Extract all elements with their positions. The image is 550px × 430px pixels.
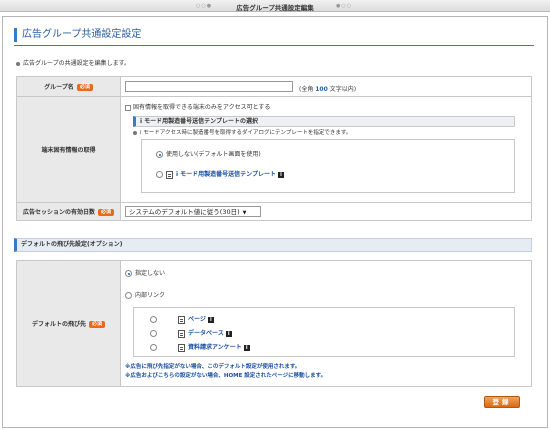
title-divider <box>14 45 534 46</box>
radio-icon[interactable] <box>150 316 157 323</box>
option-label: 内部リンク <box>135 292 166 299</box>
terminal-only-checkbox[interactable] <box>125 104 131 111</box>
internal-link-box: ページ i データベース i 資料請求アンケート i <box>133 307 515 357</box>
template-description: i モードアクセス時に製造番号を取得するダイアログにテンプレートを指定できます。 <box>133 128 351 136</box>
description-text: 広告グループの共通設定を編集します。 <box>23 60 131 67</box>
bullet-icon <box>133 130 137 135</box>
terminal-checkbox-row[interactable]: 固有情報を取得できる端末のみをアクセス可とする <box>125 102 270 111</box>
radio-icon[interactable] <box>150 344 157 351</box>
template-options-box: 使用しない(デフォルト画面を使用) i モード用製造番号送信テンプレート i <box>141 139 515 193</box>
session-label: 広告セッションの有効日数 <box>22 209 95 216</box>
template-section-header: i モード用製造番号送信テンプレートの選択 <box>133 116 515 127</box>
chevron-down-icon: ▼ <box>242 210 247 216</box>
template-option-none[interactable]: 使用しない(デフォルト画面を使用) <box>156 149 261 158</box>
radio-icon[interactable] <box>156 171 163 178</box>
info-icon[interactable]: i <box>207 316 214 323</box>
settings-form: グループ名 必須 (全角 100 文字以内) 端末固有情報の取得 固有情報を取得で… <box>16 76 532 221</box>
dest-option-none[interactable]: 指定しない <box>125 268 165 277</box>
group-name-input[interactable] <box>125 81 293 92</box>
radio-selected-icon[interactable] <box>125 270 132 277</box>
default-destination-form: デフォルトの飛び先 必須 指定しない 内部リンク ページ i データベース i 資料請… <box>16 260 532 387</box>
window-titlebar: ○○● 広告グループ共通設定編集 ●○○ <box>0 0 550 12</box>
terminal-checkbox-label: 固有情報を取得できる端末のみをアクセス可とする <box>133 104 271 111</box>
document-icon <box>178 343 185 352</box>
option-label: 使用しない(デフォルト画面を使用) <box>166 151 261 158</box>
group-name-label: グループ名 <box>44 84 74 91</box>
default-dest-note-1: ※広告に飛び先指定がない場合、このデフォルト設定が使用されます。 <box>125 364 301 370</box>
link-option-database[interactable]: データベース i <box>150 328 232 338</box>
template-option-custom[interactable]: i モード用製造番号送信テンプレート i <box>156 169 284 179</box>
group-name-value-cell: (全角 100 文字以内) <box>120 76 532 97</box>
page-link[interactable]: ページ <box>188 316 206 323</box>
session-value-cell: システムのデフォルト値に従う(30日) ▼ <box>120 202 532 221</box>
group-name-label-cell: グループ名 必須 <box>16 76 121 97</box>
session-days-select[interactable]: システムのデフォルト値に従う(30日) ▼ <box>125 206 261 217</box>
window-title: 広告グループ共通設定編集 <box>236 4 314 12</box>
info-icon[interactable]: i <box>243 344 250 351</box>
required-badge: 必須 <box>98 209 115 216</box>
default-destination-section-header: デフォルトの飛び先設定(オプション) <box>14 238 532 252</box>
link-option-survey[interactable]: 資料請求アンケート i <box>150 342 250 352</box>
dest-option-internal[interactable]: 内部リンク <box>125 290 165 299</box>
radio-icon[interactable] <box>150 330 157 337</box>
terminal-label: 端末固有情報の取得 <box>41 147 96 154</box>
group-name-hint: (全角 100 文字以内) <box>299 84 356 93</box>
submit-button[interactable]: 登録 <box>484 396 520 408</box>
template-description-text: i モードアクセス時に製造番号を取得するダイアログにテンプレートを指定できます。 <box>140 130 352 136</box>
required-badge: 必須 <box>76 84 93 91</box>
database-link[interactable]: データベース <box>188 330 224 337</box>
default-dest-note-2: ※広告およびこちらの設定がない場合、HOME 設定されたページに移動します。 <box>125 373 327 379</box>
info-icon[interactable]: i <box>225 330 232 337</box>
default-dest-value-cell: 指定しない 内部リンク ページ i データベース i 資料請求アンケート i ※広告に… <box>120 260 532 387</box>
link-option-page[interactable]: ページ i <box>150 314 214 324</box>
hint-suffix: 文字以内) <box>327 86 357 93</box>
page-description: 広告グループの共通設定を編集します。 <box>16 58 130 67</box>
terminal-value-cell: 固有情報を取得できる端末のみをアクセス可とする i モード用製造番号送信テンプレ… <box>120 96 532 203</box>
survey-link[interactable]: 資料請求アンケート <box>188 344 242 351</box>
template-link[interactable]: i モード用製造番号送信テンプレート <box>176 171 276 178</box>
bullet-icon <box>16 61 20 66</box>
option-label: 指定しない <box>135 270 166 277</box>
info-icon[interactable]: i <box>277 171 284 178</box>
radio-icon[interactable] <box>125 292 132 299</box>
default-dest-label: デフォルトの飛び先 <box>31 321 86 328</box>
session-label-cell: 広告セッションの有効日数 必須 <box>16 202 121 221</box>
page-title: 広告グループ共通設定設定 <box>14 28 141 42</box>
session-selected-value: システムのデフォルト値に従う(30日) <box>129 208 240 216</box>
radio-selected-icon[interactable] <box>156 151 163 158</box>
default-dest-label-cell: デフォルトの飛び先 必須 <box>16 260 121 387</box>
hint-count: 100 <box>315 86 328 93</box>
hint-prefix: (全角 <box>299 86 316 93</box>
document-icon <box>178 329 185 338</box>
document-icon <box>178 315 185 324</box>
required-badge: 必須 <box>89 321 106 328</box>
terminal-label-cell: 端末固有情報の取得 <box>16 96 121 203</box>
document-icon <box>166 170 173 179</box>
titlebar-dots-right: ●○○ <box>336 3 353 9</box>
